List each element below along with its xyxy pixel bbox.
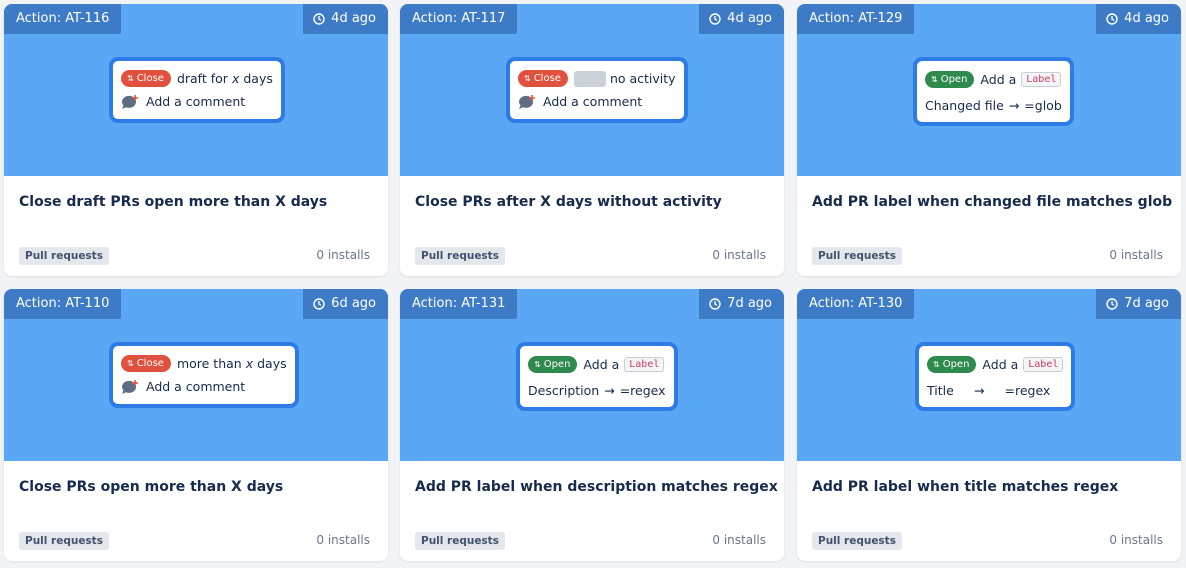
match-pattern: =regex (1004, 383, 1051, 398)
clock-icon (313, 13, 325, 25)
clock-icon (709, 298, 721, 310)
rule-preview: ⇅ Close no activity Add a comment (506, 57, 688, 123)
automation-card-grid: Action: AT-116 4d ago ⇅ Close draft for x d… (0, 0, 1186, 568)
arrow-right-icon: → (974, 383, 985, 398)
action-id-tag: Action: AT-129 (797, 4, 915, 34)
time-tag: 4d ago (699, 4, 784, 34)
close-pill: ⇅ Close (121, 355, 171, 372)
pr-open-icon: ⇅ (534, 360, 541, 369)
add-comment-icon (121, 379, 138, 394)
add-comment-icon (121, 94, 138, 109)
automation-card-at-130[interactable]: Action: AT-130 7d ago ⇅ Open Add a Label … (797, 289, 1181, 561)
rule-preview: ⇅ Open Add a Label Title → =regex (915, 342, 1076, 411)
rule-preview: ⇅ Close draft for x days Add a comment (109, 57, 285, 123)
rule-action: Add a comment (543, 94, 643, 109)
open-pill: ⇅ Open (925, 71, 975, 88)
card-title: Close PRs after X days without activity (415, 194, 722, 210)
category-chip: Pull requests (415, 532, 505, 550)
pr-close-icon: ⇅ (524, 74, 531, 83)
clock-icon (709, 13, 721, 25)
label-token: Label (1023, 357, 1064, 372)
blank-value-placeholder (573, 70, 606, 87)
automation-card-at-116[interactable]: Action: AT-116 4d ago ⇅ Close draft for x d… (4, 4, 388, 276)
install-count: 0 installs (316, 248, 370, 262)
automation-card-at-131[interactable]: Action: AT-131 7d ago ⇅ Open Add a Label … (400, 289, 784, 561)
card-banner: Action: AT-131 7d ago ⇅ Open Add a Label … (400, 289, 784, 461)
add-comment-icon (518, 94, 535, 109)
install-count: 0 installs (712, 248, 766, 262)
pr-close-icon: ⇅ (127, 74, 134, 83)
rule-preview: ⇅ Open Add a Label Description → =regex (516, 342, 678, 411)
install-count: 0 installs (1109, 533, 1163, 547)
action-id-tag: Action: AT-110 (4, 289, 122, 319)
time-ago: 7d ago (1124, 296, 1169, 311)
card-title: Add PR label when title matches regex (812, 479, 1119, 495)
automation-card-at-117[interactable]: Action: AT-117 4d ago ⇅ Close no activity… (400, 4, 784, 276)
arrow-right-icon: → (604, 383, 615, 398)
close-pill: ⇅ Close (121, 70, 171, 87)
rule-condition: more than x days (176, 356, 287, 371)
automation-card-at-110[interactable]: Action: AT-110 6d ago ⇅ Close more than x d… (4, 289, 388, 561)
match-field: Changed file (925, 98, 1004, 113)
category-chip: Pull requests (19, 532, 109, 550)
action-id-tag: Action: AT-130 (797, 289, 915, 319)
time-ago: 6d ago (331, 296, 376, 311)
match-pattern: =regex (619, 383, 666, 398)
label-token: Label (624, 357, 665, 372)
card-title: Add PR label when description matches re… (415, 479, 778, 495)
action-id-tag: Action: AT-116 (4, 4, 122, 34)
card-title: Close PRs open more than X days (19, 479, 284, 495)
time-ago: 4d ago (1124, 11, 1169, 26)
rule-preview: ⇅ Close more than x days Add a comment (109, 342, 299, 408)
category-chip: Pull requests (812, 247, 902, 265)
card-title: Close draft PRs open more than X days (19, 194, 328, 210)
card-banner: Action: AT-116 4d ago ⇅ Close draft for x d… (4, 4, 388, 176)
time-tag: 6d ago (303, 289, 388, 319)
rule-action: Add a comment (146, 379, 246, 394)
card-banner: Action: AT-130 7d ago ⇅ Open Add a Label … (797, 289, 1181, 461)
pr-open-icon: ⇅ (931, 75, 938, 84)
match-field: Description (528, 383, 600, 398)
rule-action: Add a comment (146, 94, 246, 109)
category-chip: Pull requests (19, 247, 109, 265)
time-ago: 7d ago (727, 296, 772, 311)
open-pill: ⇅ Open (927, 356, 977, 373)
rule-action: Add a (980, 72, 1017, 87)
category-chip: Pull requests (415, 247, 505, 265)
rule-action: Add a (583, 357, 620, 372)
arrow-right-icon: → (1008, 98, 1020, 113)
card-banner: Action: AT-129 4d ago ⇅ Open Add a Label … (797, 4, 1181, 176)
pr-close-icon: ⇅ (127, 359, 134, 368)
label-token: Label (1021, 72, 1062, 87)
clock-icon (1106, 13, 1118, 25)
pr-open-icon: ⇅ (933, 360, 940, 369)
clock-icon (313, 298, 325, 310)
rule-condition: draft for x days (176, 71, 273, 86)
clock-icon (1106, 298, 1118, 310)
time-tag: 7d ago (699, 289, 784, 319)
time-tag: 4d ago (303, 4, 388, 34)
rule-condition: no activity (609, 71, 676, 86)
install-count: 0 installs (316, 533, 370, 547)
rule-action: Add a (982, 357, 1019, 372)
rule-preview: ⇅ Open Add a Label Changed file → =glob (913, 57, 1074, 126)
time-ago: 4d ago (727, 11, 772, 26)
match-field: Title (927, 383, 954, 398)
card-banner: Action: AT-117 4d ago ⇅ Close no activity… (400, 4, 784, 176)
time-tag: 7d ago (1096, 289, 1181, 319)
action-id-tag: Action: AT-117 (400, 4, 518, 34)
install-count: 0 installs (712, 533, 766, 547)
match-pattern: =glob (1024, 98, 1062, 113)
time-tag: 4d ago (1096, 4, 1181, 34)
category-chip: Pull requests (812, 532, 902, 550)
card-banner: Action: AT-110 6d ago ⇅ Close more than x d… (4, 289, 388, 461)
time-ago: 4d ago (331, 11, 376, 26)
install-count: 0 installs (1109, 248, 1163, 262)
automation-card-at-129[interactable]: Action: AT-129 4d ago ⇅ Open Add a Label … (797, 4, 1181, 276)
close-pill: ⇅ Close (518, 70, 568, 87)
card-title: Add PR label when changed file matches g… (812, 194, 1173, 210)
open-pill: ⇅ Open (528, 356, 578, 373)
action-id-tag: Action: AT-131 (400, 289, 518, 319)
